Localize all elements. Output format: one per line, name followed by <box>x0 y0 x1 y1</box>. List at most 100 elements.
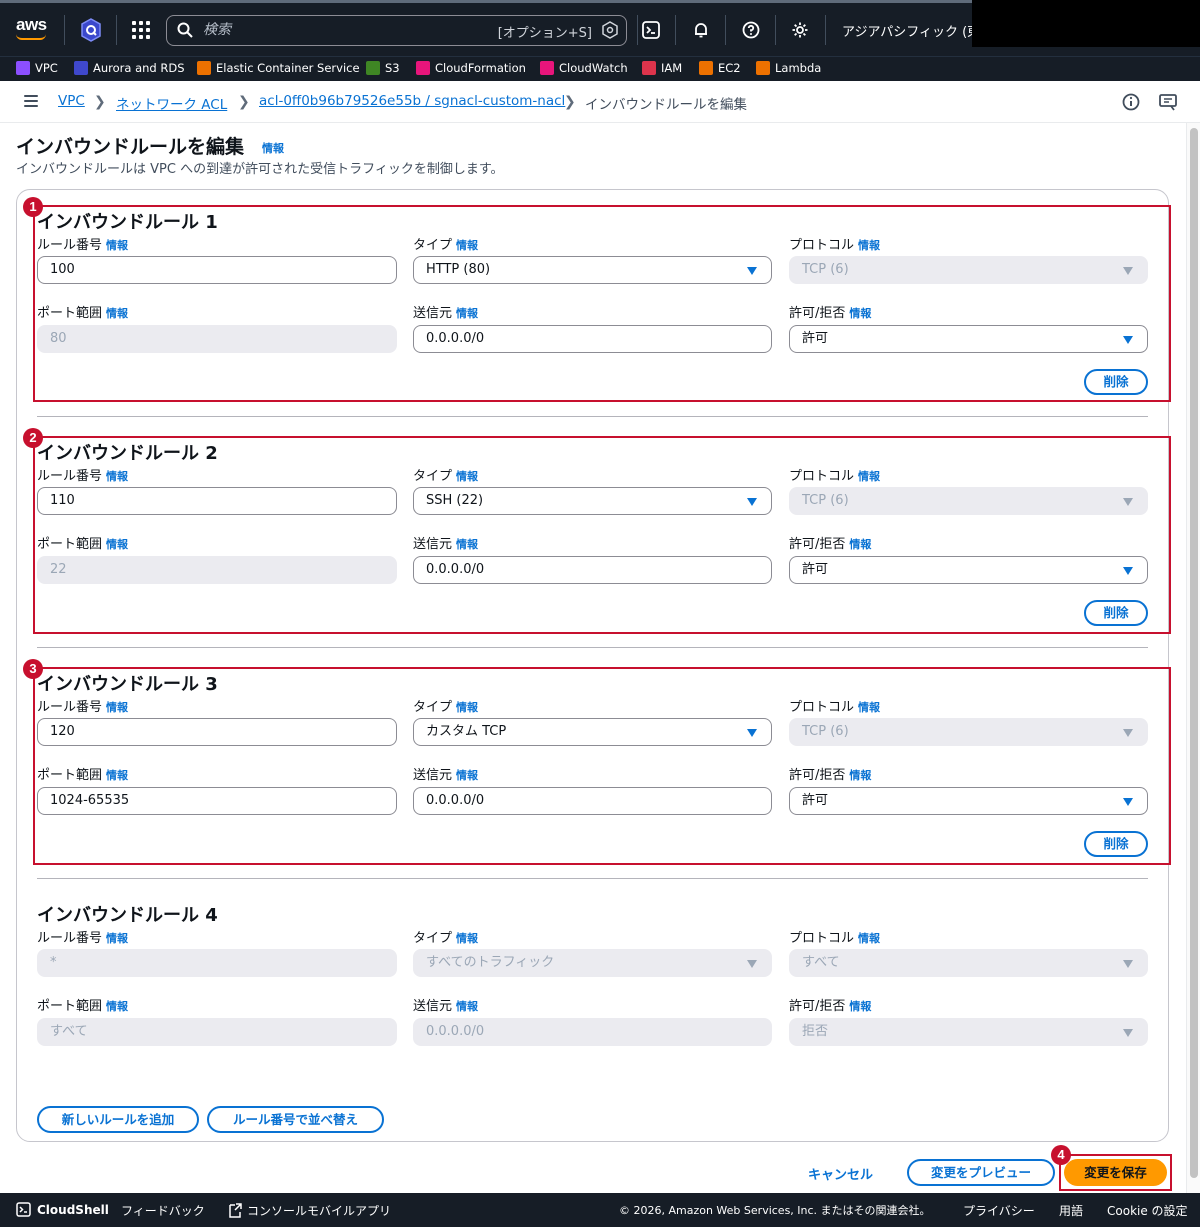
info-panel-icon[interactable] <box>1121 92 1141 112</box>
favorite-cloudwatch[interactable]: CloudWatch <box>540 61 628 75</box>
chevron-right-icon: ❯ <box>94 94 106 110</box>
aws-smile-icon <box>16 34 46 40</box>
highlight-box <box>33 667 1171 865</box>
divider <box>725 15 726 45</box>
amazon-q-icon[interactable] <box>80 18 102 42</box>
step-badge: 3 <box>23 659 43 679</box>
favorites-bar: VPC Aurora and RDS Elastic Container Ser… <box>0 56 1200 81</box>
rule-separator <box>37 878 1148 879</box>
divider <box>64 15 65 45</box>
favorite-label: IAM <box>661 61 683 75</box>
divider <box>116 15 117 45</box>
type-label: タイプ 情報 <box>413 931 479 946</box>
add-rule-button[interactable]: 新しいルールを追加 <box>37 1106 199 1133</box>
search-box[interactable]: [オプション+S] <box>166 15 627 46</box>
breadcrumb-network-acl[interactable]: ネットワーク ACL <box>116 93 227 113</box>
favorite-label: VPC <box>35 61 58 75</box>
footer: CloudShell フィードバック コンソールモバイルアプリ © 2026, … <box>0 1193 1200 1227</box>
page-scrollbar[interactable] <box>1186 123 1200 1193</box>
favorite-aurora-rds[interactable]: Aurora and RDS <box>74 61 185 75</box>
info-link[interactable]: 情報 <box>858 932 880 945</box>
external-link-icon <box>229 1203 242 1218</box>
caret-down-icon <box>747 960 757 968</box>
caret-down-icon <box>1123 960 1133 968</box>
favorite-s3[interactable]: S3 <box>366 61 400 75</box>
favorite-vpc[interactable]: VPC <box>16 61 58 75</box>
rule-4-type-select: すべてのトラフィック <box>413 949 772 977</box>
protocol-label: プロトコル 情報 <box>789 931 881 946</box>
favorite-label: S3 <box>385 61 400 75</box>
preview-changes-button[interactable]: 変更をプレビュー <box>907 1159 1055 1186</box>
footer-terms[interactable]: 用語 <box>1059 1202 1083 1219</box>
rule-4-protocol-select: すべて <box>789 949 1148 977</box>
step-badge: 1 <box>23 197 43 217</box>
favorite-cloudformation[interactable]: CloudFormation <box>416 61 526 75</box>
info-link[interactable]: 情報 <box>456 932 478 945</box>
favorite-lambda[interactable]: Lambda <box>756 61 821 75</box>
amazon-q-small-icon <box>602 21 618 39</box>
cloudformation-service-icon <box>416 61 430 75</box>
rule-separator <box>37 647 1148 648</box>
services-grid-icon[interactable] <box>132 21 150 39</box>
favorite-label: Aurora and RDS <box>93 61 185 75</box>
step-badge: 2 <box>23 428 43 448</box>
vpc-service-icon <box>16 61 30 75</box>
highlight-box <box>33 436 1171 634</box>
footer-privacy[interactable]: プライバシー <box>963 1202 1035 1219</box>
aws-logo-text: aws <box>16 15 47 34</box>
tutorial-panel-icon[interactable] <box>1158 92 1178 112</box>
info-link[interactable]: 情報 <box>456 1000 478 1013</box>
notifications-bell-icon[interactable] <box>689 18 713 42</box>
info-link[interactable]: 情報 <box>106 1000 128 1013</box>
ecs-service-icon <box>197 61 211 75</box>
rule-4-number-input: * <box>37 949 397 977</box>
breadcrumb-current: インバウンドルールを編集 <box>585 97 747 113</box>
page-description: インバウンドルールは VPC への到達が許可された受信トラフィックを制御します。 <box>16 162 504 177</box>
info-link[interactable]: 情報 <box>106 932 128 945</box>
scrollbar-thumb[interactable] <box>1190 128 1198 1178</box>
rule-4-action-select: 拒否 <box>789 1018 1148 1046</box>
help-icon[interactable] <box>739 18 763 42</box>
footer-cookie-settings[interactable]: Cookie の設定 <box>1107 1202 1188 1219</box>
search-input[interactable] <box>203 20 463 40</box>
cancel-button[interactable]: キャンセル <box>808 1164 873 1183</box>
footer-mobile-app[interactable]: コンソールモバイルアプリ <box>229 1202 391 1219</box>
rule-4-port-input: すべて <box>37 1018 397 1046</box>
rule-4-title: インバウンドルール 4 <box>37 905 218 926</box>
redacted-area <box>972 0 1200 47</box>
settings-gear-icon[interactable] <box>788 18 812 42</box>
aws-logo[interactable]: aws <box>16 15 47 40</box>
breadcrumb: VPC ❯ ネットワーク ACL ❯ acl-0ff0b96b79526e55b… <box>0 81 1200 123</box>
breadcrumb-vpc[interactable]: VPC <box>58 93 85 109</box>
allow-deny-label: 許可/拒否 情報 <box>789 999 872 1014</box>
breadcrumb-acl-id[interactable]: acl-0ff0b96b79526e55b / sgnacl-custom-na… <box>259 93 565 109</box>
step-badge: 4 <box>1051 1145 1071 1165</box>
footer-feedback[interactable]: フィードバック <box>121 1202 205 1219</box>
cloudshell-icon[interactable] <box>639 18 663 42</box>
divider <box>775 15 776 45</box>
source-label: 送信元 情報 <box>413 999 479 1014</box>
favorite-label: CloudWatch <box>559 61 628 75</box>
highlight-box <box>33 205 1171 402</box>
sort-by-rule-number-button[interactable]: ルール番号で並べ替え <box>207 1106 384 1133</box>
favorite-label: CloudFormation <box>435 61 526 75</box>
favorite-ecs[interactable]: Elastic Container Service <box>197 61 360 75</box>
divider <box>675 15 676 45</box>
menu-hamburger-icon[interactable] <box>24 95 38 107</box>
page-info-link[interactable]: 情報 <box>262 140 284 156</box>
favorite-iam[interactable]: IAM <box>642 61 682 75</box>
port-range-label: ポート範囲 情報 <box>37 999 129 1014</box>
favorite-label: Elastic Container Service <box>216 61 360 75</box>
chevron-right-icon: ❯ <box>238 94 250 110</box>
s3-service-icon <box>366 61 380 75</box>
info-link[interactable]: 情報 <box>849 1000 871 1013</box>
rds-service-icon <box>74 61 88 75</box>
lambda-service-icon <box>756 61 770 75</box>
rule-4-source-input: 0.0.0.0/0 <box>413 1018 772 1046</box>
divider <box>825 15 826 45</box>
favorite-ec2[interactable]: EC2 <box>699 61 741 75</box>
divider <box>637 15 638 45</box>
footer-cloudshell[interactable]: CloudShell <box>16 1202 109 1217</box>
cloudshell-icon <box>16 1202 31 1217</box>
rule-separator <box>37 416 1148 417</box>
